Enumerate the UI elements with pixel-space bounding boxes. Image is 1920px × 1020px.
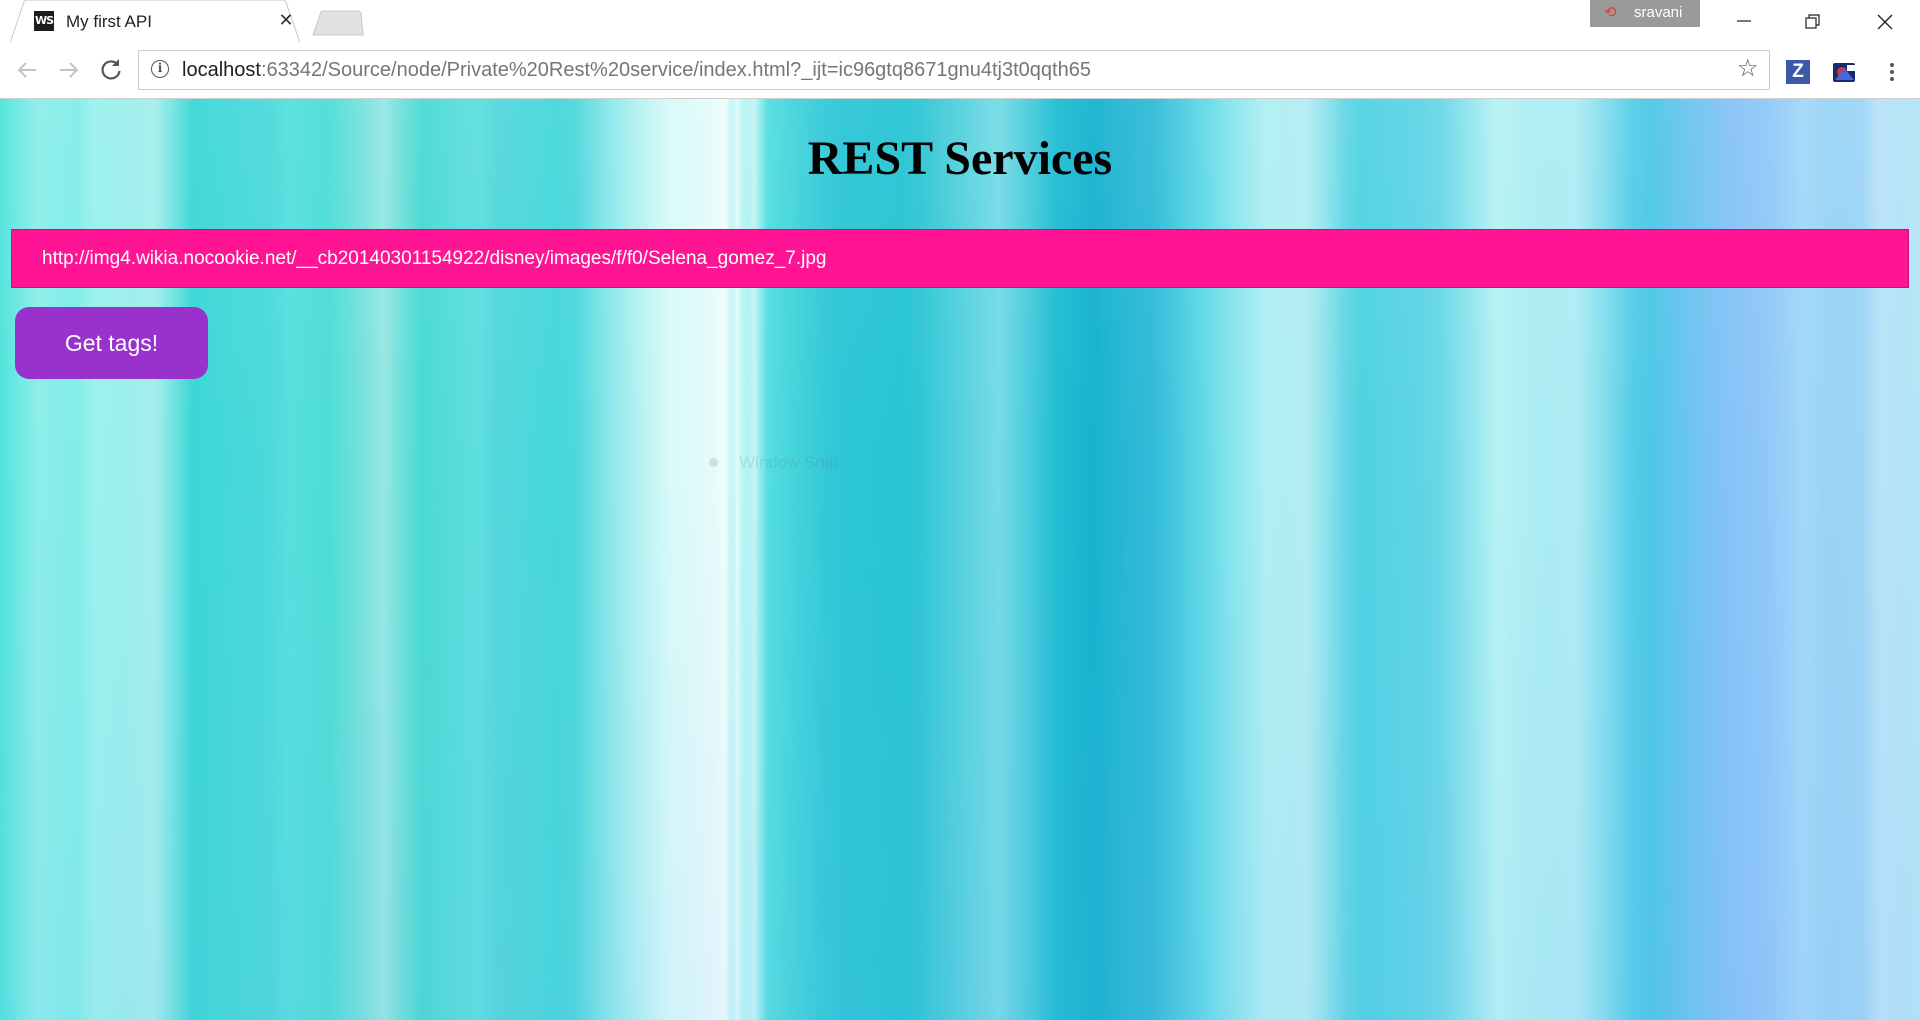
page-title: REST Services (807, 132, 1113, 185)
bookmark-star-icon[interactable]: ☆ (1737, 57, 1759, 81)
window-snip-overlay: Window Snip (703, 451, 935, 475)
image-url-input[interactable] (11, 229, 1909, 288)
url-host: localhost (182, 59, 261, 81)
browser-menu-icon[interactable] (1886, 60, 1898, 86)
close-tab-icon[interactable]: ✕ (276, 10, 296, 30)
restore-icon (1805, 14, 1820, 29)
forward-arrow-icon[interactable] (54, 55, 84, 85)
minimize-icon (1737, 20, 1751, 22)
browser-title-bar: WS My first API ✕ ⟲ sravani (0, 0, 1920, 44)
address-url[interactable]: localhost:63342/Source/node/Private%20Re… (182, 59, 1091, 82)
get-tags-button[interactable]: Get tags! (15, 307, 208, 379)
close-icon (1877, 14, 1893, 30)
sync-error-icon: ⟲ (1604, 4, 1617, 21)
minimize-button[interactable] (1710, 0, 1778, 43)
zotero-extension-icon[interactable]: Z (1786, 60, 1810, 84)
restore-button[interactable] (1778, 0, 1846, 43)
address-bar[interactable]: i localhost:63342/Source/node/Private%20… (138, 50, 1770, 90)
new-tab-button[interactable] (312, 10, 364, 36)
profile-name: sravani (1634, 4, 1683, 21)
snip-label: Window Snip (739, 453, 839, 472)
snip-indicator-icon (709, 458, 718, 467)
url-path: :63342/Source/node/Private%20Rest%20serv… (260, 59, 1091, 81)
reload-icon[interactable] (96, 55, 126, 85)
back-arrow-icon[interactable] (12, 55, 42, 85)
profile-badge[interactable]: ⟲ sravani (1590, 0, 1700, 27)
page-viewport: REST Services Get tags! Window Snip (0, 99, 1920, 1020)
webstorm-favicon-icon: WS (34, 11, 54, 31)
browser-tab[interactable]: WS My first API ✕ (10, 0, 300, 43)
close-window-button[interactable] (1850, 0, 1918, 43)
site-info-icon[interactable]: i (151, 60, 169, 78)
browser-toolbar: i localhost:63342/Source/node/Private%20… (0, 43, 1920, 99)
tab-title: My first API (66, 12, 152, 31)
extension-icon[interactable] (1832, 60, 1858, 84)
